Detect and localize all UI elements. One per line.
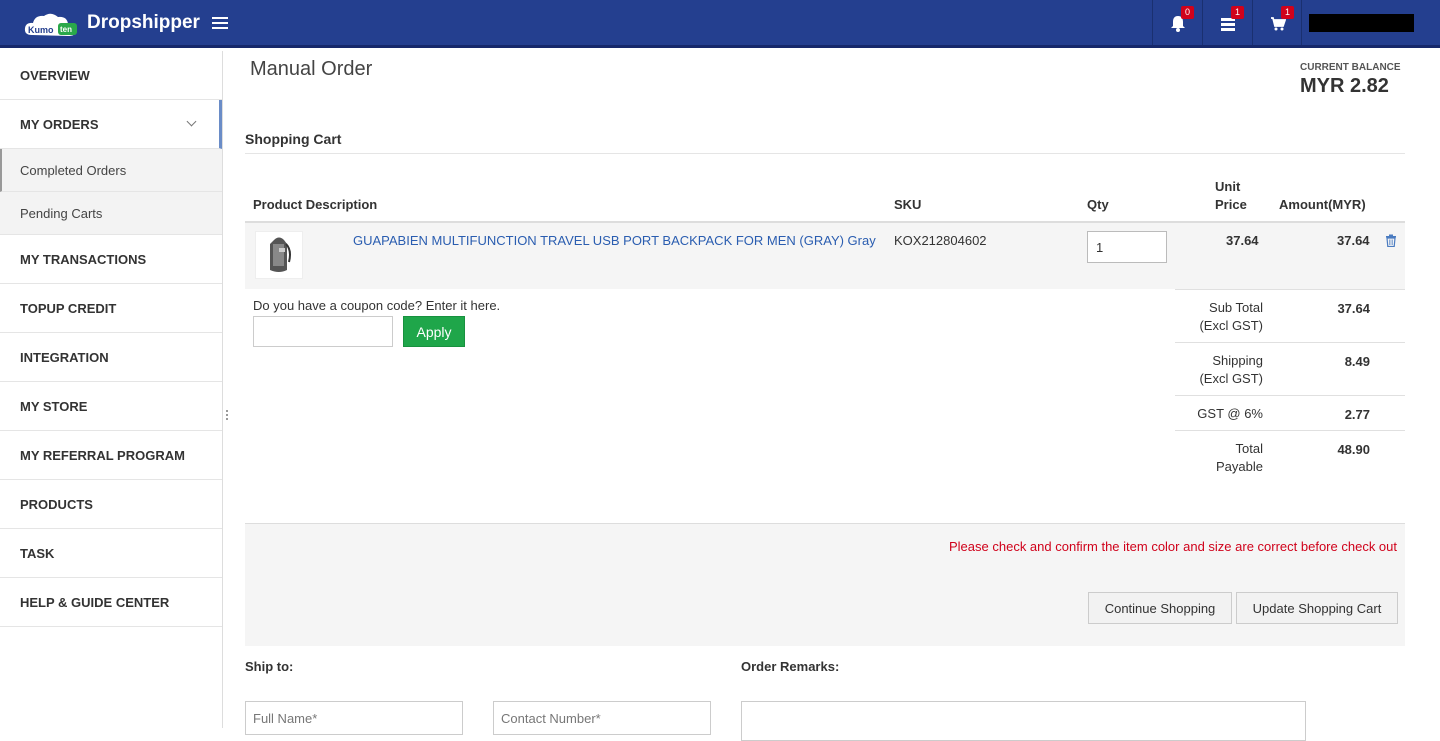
subtotal-value: 37.64 — [1337, 301, 1370, 316]
coupon-input[interactable] — [253, 316, 393, 347]
update-shopping-cart-button[interactable]: Update Shopping Cart — [1236, 592, 1398, 624]
shipping-row: Shipping (Excl GST) 8.49 — [1175, 342, 1405, 395]
product-thumbnail[interactable] — [255, 231, 303, 279]
shipping-label: Shipping (Excl GST) — [1199, 352, 1263, 388]
coupon-label: Do you have a coupon code? Enter it here… — [253, 298, 501, 313]
col-header-unit-price-line2: Price — [1215, 197, 1247, 212]
col-header-sku: SKU — [894, 197, 922, 212]
gst-value: 2.77 — [1344, 407, 1370, 422]
sidebar-item-label: OVERVIEW — [20, 67, 90, 83]
sidebar-subitem-pending-carts[interactable]: Pending Carts — [0, 192, 222, 235]
divider — [1301, 0, 1302, 45]
balance-label: CURRENT BALANCE — [1300, 62, 1401, 73]
sidebar-item-label: MY ORDERS — [20, 116, 99, 132]
svg-text:Kumo: Kumo — [28, 25, 54, 35]
sidebar-item-help-guide-center[interactable]: HELP & GUIDE CENTER — [0, 578, 222, 627]
sidebar-item-label: HELP & GUIDE CENTER — [20, 594, 170, 610]
top-navbar: Kumo ten Dropshipper 0 1 1 — [0, 0, 1440, 48]
sidebar-item-label: MY REFERRAL PROGRAM — [20, 447, 185, 463]
sidebar-resize-handle[interactable] — [226, 410, 229, 422]
total-label-line2: Payable — [1216, 459, 1263, 474]
col-header-unit-price-line1: Unit — [1215, 179, 1241, 194]
subtotal-label-line2: (Excl GST) — [1199, 318, 1263, 333]
col-header-qty: Qty — [1087, 197, 1109, 212]
svg-text:ten: ten — [60, 25, 72, 34]
sidebar-subitem-label: Pending Carts — [20, 205, 103, 221]
total-payable-row: Total Payable 48.90 — [1175, 430, 1405, 485]
sidebar-item-my-orders[interactable]: MY ORDERS — [0, 100, 222, 149]
sidebar-item-label: PRODUCTS — [20, 496, 93, 512]
sidebar-item-label: INTEGRATION — [20, 349, 109, 365]
divider — [245, 153, 1405, 154]
contact-number-field[interactable] — [493, 701, 711, 735]
full-name-field[interactable] — [245, 701, 463, 735]
messages-icon[interactable]: 1 — [1220, 6, 1244, 34]
page-title: Manual Order — [250, 58, 373, 80]
user-menu[interactable] — [1309, 14, 1414, 32]
total-payable-value: 48.90 — [1337, 442, 1370, 457]
balance-value: MYR 2.82 — [1300, 75, 1389, 97]
divider — [1252, 0, 1253, 45]
cart-actions-panel: Please check and confirm the item color … — [245, 523, 1405, 646]
messages-badge: 1 — [1231, 6, 1244, 19]
shipping-value: 8.49 — [1344, 354, 1370, 369]
sidebar-item-my-transactions[interactable]: MY TRANSACTIONS — [0, 235, 222, 284]
brand-name: Dropshipper — [87, 12, 200, 33]
shipping-label-line2: (Excl GST) — [1199, 371, 1263, 386]
col-header-amount: Amount(MYR) — [1279, 197, 1366, 212]
sidebar-item-label: MY STORE — [20, 398, 88, 414]
sidebar-item-label: TOPUP CREDIT — [20, 300, 117, 316]
total-label-line1: Total — [1235, 441, 1263, 456]
checkout-warning: Please check and confirm the item color … — [949, 539, 1397, 554]
sidebar-subitem-completed-orders[interactable]: Completed Orders — [0, 149, 222, 192]
sidebar-subitem-label: Completed Orders — [20, 162, 127, 178]
main-content: Manual Order CURRENT BALANCE MYR 2.82 Sh… — [230, 51, 1440, 741]
menu-toggle-icon[interactable] — [212, 14, 228, 32]
product-sku: KOX212804602 — [894, 233, 987, 248]
sidebar-item-label: TASK — [20, 545, 55, 561]
shopping-cart-title: Shopping Cart — [245, 131, 342, 147]
gst-row: GST @ 6% 2.77 — [1175, 395, 1405, 430]
notifications-bell-icon[interactable]: 0 — [1170, 6, 1194, 34]
shipping-label-line1: Shipping — [1212, 353, 1263, 368]
subtotal-label: Sub Total (Excl GST) — [1199, 299, 1263, 335]
notifications-badge: 0 — [1181, 6, 1194, 19]
chevron-down-icon — [186, 116, 197, 127]
sidebar-item-label: MY TRANSACTIONS — [20, 251, 147, 267]
ship-to-label: Ship to: — [245, 659, 294, 674]
sidebar: OVERVIEW MY ORDERS Completed Orders Pend… — [0, 51, 223, 728]
cart-badge: 1 — [1281, 6, 1294, 19]
trash-icon[interactable] — [1385, 234, 1397, 247]
amount-value: 37.64 — [1337, 233, 1370, 248]
cart-icon[interactable]: 1 — [1270, 6, 1294, 34]
apply-coupon-button[interactable]: Apply — [403, 316, 465, 347]
gst-label: GST @ 6% — [1197, 406, 1263, 421]
order-remarks-textarea[interactable] — [741, 701, 1306, 741]
sidebar-item-topup-credit[interactable]: TOPUP CREDIT — [0, 284, 222, 333]
sidebar-item-integration[interactable]: INTEGRATION — [0, 333, 222, 382]
sidebar-item-overview[interactable]: OVERVIEW — [0, 51, 222, 100]
col-header-product: Product Description — [253, 197, 378, 212]
unit-price-value: 37.64 — [1226, 233, 1259, 248]
sidebar-item-my-referral-program[interactable]: MY REFERRAL PROGRAM — [0, 431, 222, 480]
total-payable-label: Total Payable — [1216, 440, 1263, 476]
product-name-link[interactable]: GUAPABIEN MULTIFUNCTION TRAVEL USB PORT … — [353, 233, 876, 248]
divider — [1152, 0, 1153, 45]
sidebar-item-my-store[interactable]: MY STORE — [0, 382, 222, 431]
sidebar-item-products[interactable]: PRODUCTS — [0, 480, 222, 529]
subtotal-label-line1: Sub Total — [1209, 300, 1263, 315]
quantity-input[interactable] — [1087, 231, 1167, 263]
kumoten-logo[interactable]: Kumo ten — [22, 9, 80, 41]
sidebar-item-task[interactable]: TASK — [0, 529, 222, 578]
order-remarks-label: Order Remarks: — [741, 659, 840, 674]
subtotal-row: Sub Total (Excl GST) 37.64 — [1175, 289, 1405, 342]
continue-shopping-button[interactable]: Continue Shopping — [1088, 592, 1232, 624]
divider — [1202, 0, 1203, 45]
